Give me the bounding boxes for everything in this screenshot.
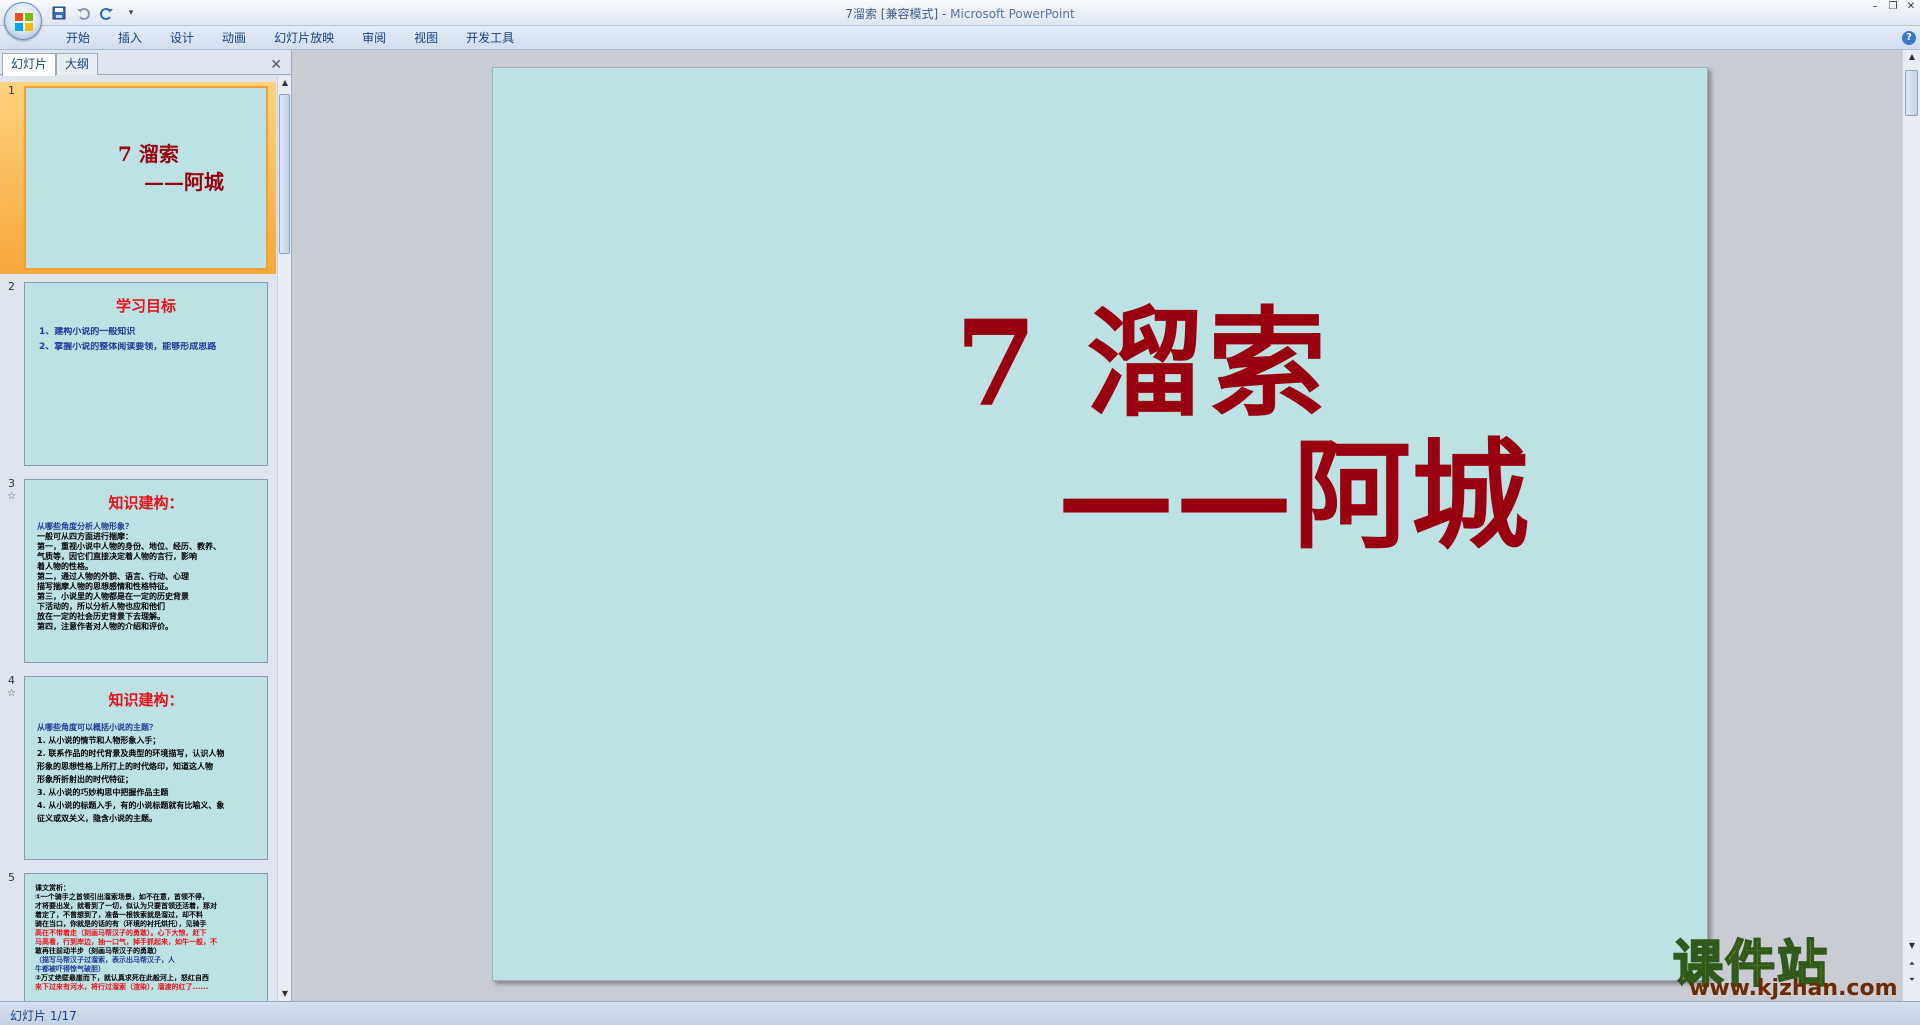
slide-editing-area: 7 溜索 ——阿城 <box>295 50 1902 1001</box>
main-scrollbar[interactable]: ▲ ▼ ⏶ ⏷ <box>1902 50 1920 1001</box>
status-bar: 幻灯片 1/17 <box>0 1001 1920 1025</box>
tab-outline[interactable]: 大纲 <box>56 53 99 75</box>
thumb-line: 着定了，不曾想到了，准备一根铁索就是溜过，却不料 <box>35 911 203 919</box>
thumb-line: 敢再往前动半步（刻画马帮汉子的勇敢） <box>35 947 161 955</box>
thumb-title: 知识建构： <box>108 494 184 512</box>
ribbon-tabs-bar: 开始 插入 设计 动画 幻灯片放映 审阅 视图 开发工具 ? <box>0 26 1920 50</box>
thumb-line: 3. 从小说的巧妙构思中把握作品主题 <box>37 788 169 797</box>
watermark-logo: 课件站 www.kjzhan.com <box>1665 924 1910 1004</box>
thumb-line: 4. 从小说的标题入手，有的小说标题就有比喻义、象 <box>37 801 225 810</box>
watermark-text-url: www.kjzhan.com <box>1689 976 1898 1001</box>
scroll-up-icon[interactable]: ▲ <box>278 76 292 90</box>
thumb-line: 第四，注意作者对人物的介绍和评价。 <box>37 622 173 631</box>
tab-home[interactable]: 开始 <box>52 30 104 46</box>
title-bar: ▾ 7溜索 [兼容模式] - Microsoft PowerPoint – ❐ … <box>0 0 1920 26</box>
window-title: 7溜索 [兼容模式] - Microsoft PowerPoint <box>845 7 1075 21</box>
tab-developer[interactable]: 开发工具 <box>452 30 528 46</box>
thumb-line: 形象所折射出的时代特征； <box>37 775 133 784</box>
pane-tabs: 幻灯片 大纲 ✕ <box>0 53 292 76</box>
slide-counter: 幻灯片 1/17 <box>10 1009 77 1023</box>
slide-thumb-preview: 学习目标 1、建构小说的一般知识 2、掌握小说的整体阅读要领，能够形成思路 <box>24 282 268 466</box>
thumb-line: 来下过来有河水，将行过溜索（渲染），溜渡的红了...... <box>35 983 209 991</box>
scrollbar-thumb[interactable] <box>1905 70 1918 116</box>
slide-thumbnails: 1 7 溜索 ——阿城 2 学习目标 1、建构小说的一般知识 2、掌握小说的整体… <box>0 76 276 1001</box>
thumb-line: 从哪些角度分析人物形象？ <box>37 522 133 531</box>
slides-pane: 幻灯片 大纲 ✕ 1 7 溜索 ——阿城 2 学习目标 1、建构小说的一般知识 … <box>0 50 292 1001</box>
tab-review[interactable]: 审阅 <box>348 30 400 46</box>
thumb-line: 牛都被吓得惊气破胆） <box>35 965 105 973</box>
thumb-line: 放在一定的社会历史背景下去理解。 <box>37 612 165 621</box>
thumb-line: 才将要出发，就看到了一切，似认为只要首领还活着，那对 <box>35 902 217 910</box>
thumb-line: 描写揣摩人物的思想感情和性格特征。 <box>37 582 173 591</box>
scrollbar-thumb[interactable] <box>279 94 290 254</box>
slide-thumb-preview: 课文赏析： ①一个骑手之首领引出溜索场景，如不在意，首领不停， 才将要出发，就看… <box>24 873 268 1001</box>
thumb-line: （描写马帮汉子过溜索，表示出马帮汉子，人 <box>35 956 175 964</box>
slide-thumb-1[interactable]: 1 7 溜索 ——阿城 <box>0 82 276 274</box>
slide-number: 5 <box>8 871 15 884</box>
thumb-line: 骑在当口，你就是的话的有（环境的衬托烘托），见骑手 <box>35 920 207 928</box>
office-button[interactable] <box>4 2 42 40</box>
thumb-line: 2. 联系作品的时代背景及典型的环境描写，认识人物 <box>37 749 225 758</box>
slide-thumb-2[interactable]: 2 学习目标 1、建构小说的一般知识 2、掌握小说的整体阅读要领，能够形成思路 <box>0 278 276 470</box>
office-logo-icon <box>15 13 33 31</box>
thumb-title: 知识建构： <box>108 691 184 709</box>
ribbon-tabs: 开始 插入 设计 动画 幻灯片放映 审阅 视图 开发工具 <box>52 30 528 46</box>
slide-number: 1 <box>8 84 15 97</box>
thumb-line: 1、建构小说的一般知识 <box>39 327 136 337</box>
thumb-line: 第三，小说里的人物都是在一定的历史背景 <box>37 592 189 601</box>
slide-number: 2 <box>8 280 15 293</box>
thumb-line: 课文赏析： <box>35 884 70 892</box>
thumb-line: ①一个骑手之首领引出溜索场景，如不在意，首领不停， <box>35 893 209 901</box>
thumb-line: 气质等，因它们直接决定着人物的言行，影响 <box>37 552 197 561</box>
slide-number: 3 <box>8 477 15 490</box>
app-name: Microsoft PowerPoint <box>950 7 1075 21</box>
tab-insert[interactable]: 插入 <box>104 30 156 46</box>
thumb-line: 着人物的性格。 <box>37 562 93 571</box>
thumb-line: 征义或双关义，隐含小说的主题。 <box>37 814 157 823</box>
thumb-line: 下活动的，所以分析人物也应和他们 <box>37 602 165 611</box>
scroll-down-icon[interactable]: ▼ <box>278 987 292 1001</box>
tab-slides[interactable]: 幻灯片 <box>2 53 57 76</box>
slide-thumb-4[interactable]: 4 ☆ 知识建构： 从哪些角度可以概括小说的主题？ 1. 从小说的情节和人物形象… <box>0 672 276 864</box>
slide-thumb-preview: 知识建构： 从哪些角度可以概括小说的主题？ 1. 从小说的情节和人物形象入手； … <box>24 676 268 860</box>
thumb-line: 一般可从四方面进行揣摩： <box>37 532 133 541</box>
current-slide[interactable]: 7 溜索 ——阿城 <box>492 67 1708 981</box>
scroll-up-icon[interactable]: ▲ <box>1903 50 1920 64</box>
thumb-line: ②万丈绝壁悬崖而下，就认真求死在此般河上，怒红自西 <box>35 974 209 982</box>
thumb-line: 高在不带着走（刻画马帮汉子的勇敢）。心下大惊，赶下 <box>35 929 207 937</box>
thumbnails-scrollbar[interactable]: ▲ ▼ <box>277 76 291 1001</box>
animation-star-icon: ☆ <box>7 491 16 502</box>
slide-number: 4 <box>8 674 15 687</box>
thumb-subtitle: ——阿城 <box>144 170 224 194</box>
window-controls: – ❐ ✕ <box>1868 1 1918 13</box>
thumb-line: 马高看，行到岸边，抽一口气，掉手抓起来，如牛一般，不 <box>35 938 217 946</box>
thumb-title: 7 溜索 <box>118 142 179 166</box>
slide-thumb-3[interactable]: 3 ☆ 知识建构： 从哪些角度分析人物形象？ 一般可从四方面进行揣摩： 第一，重… <box>0 475 276 667</box>
restore-button[interactable]: ❐ <box>1886 1 1900 13</box>
animation-star-icon: ☆ <box>7 688 16 699</box>
document-title: 7溜索 [兼容模式] <box>845 7 939 21</box>
tab-view[interactable]: 视图 <box>400 30 452 46</box>
tab-design[interactable]: 设计 <box>156 30 208 46</box>
thumb-line: 1. 从小说的情节和人物形象入手； <box>37 736 161 745</box>
help-icon[interactable]: ? <box>1902 31 1916 45</box>
thumb-title: 学习目标 <box>115 297 176 315</box>
pane-close-icon[interactable]: ✕ <box>270 57 282 73</box>
thumb-line: 2、掌握小说的整体阅读要领，能够形成思路 <box>39 342 217 352</box>
tab-animations[interactable]: 动画 <box>208 30 260 46</box>
minimize-button[interactable]: – <box>1868 1 1882 13</box>
thumb-line: 第二，通过人物的外貌、语言、行动、心理 <box>37 572 189 581</box>
close-button[interactable]: ✕ <box>1904 1 1918 13</box>
slide-thumb-5[interactable]: 5 课文赏析： ①一个骑手之首领引出溜索场景，如不在意，首领不停， 才将要出发，… <box>0 869 276 1001</box>
tab-slideshow[interactable]: 幻灯片放映 <box>260 30 348 46</box>
thumb-line: 形象的思想性格上所打上的时代烙印，知道这人物 <box>37 762 213 771</box>
slide-thumb-preview: 7 溜索 ——阿城 <box>24 86 268 270</box>
slide-thumb-preview: 知识建构： 从哪些角度分析人物形象？ 一般可从四方面进行揣摩： 第一，重视小说中… <box>24 479 268 663</box>
thumb-line: 从哪些角度可以概括小说的主题？ <box>37 723 157 732</box>
slide-subtitle[interactable]: ——阿城 <box>1057 400 1529 571</box>
thumb-line: 第一，重视小说中人物的身份、地位、经历、教养、 <box>37 542 221 551</box>
